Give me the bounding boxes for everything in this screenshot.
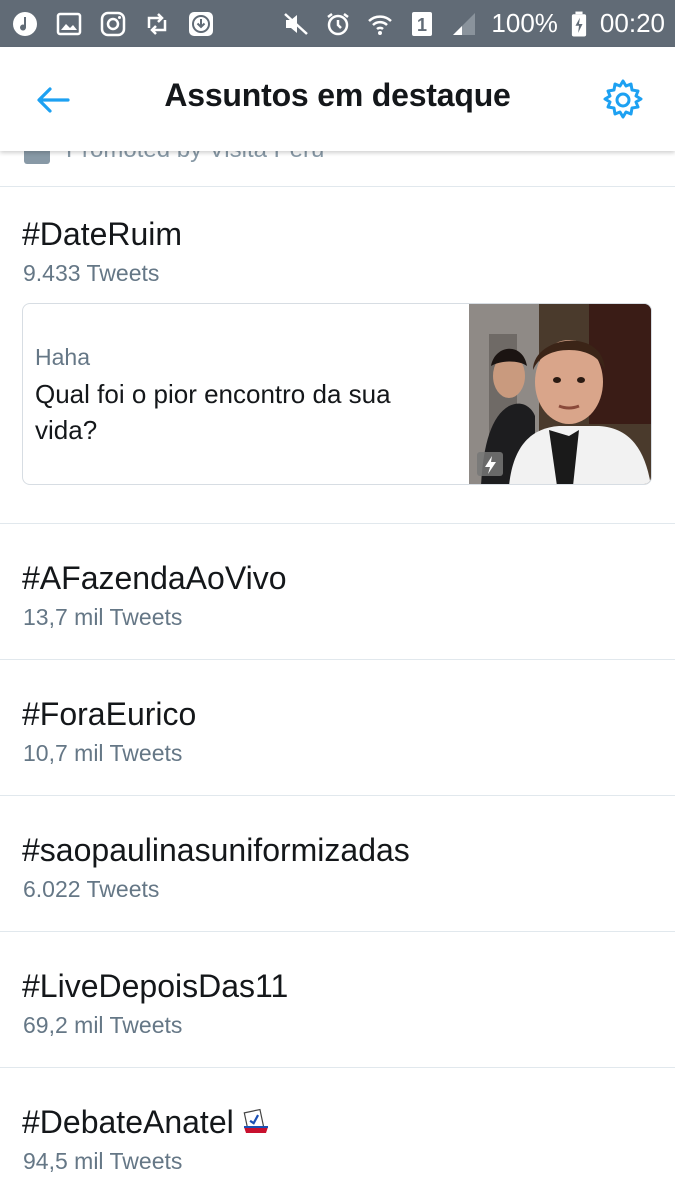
trend-item[interactable]: #LiveDepoisDas11 69,2 mil Tweets <box>0 932 675 1068</box>
retweet-icon <box>142 9 172 39</box>
instagram-icon <box>98 9 128 39</box>
gallery-icon <box>54 9 84 39</box>
gear-icon <box>603 79 643 119</box>
trend-name: #ForaEurico <box>22 696 197 732</box>
trend-name: #saopaulinasuniformizadas <box>22 832 410 868</box>
settings-button[interactable] <box>600 77 646 123</box>
card-description: Qual foi o pior encontro da sua vida? <box>35 379 391 445</box>
sim-icon: 1 <box>407 9 437 39</box>
sim-number: 1 <box>417 15 427 35</box>
status-bar: 1 100% 00:20 <box>0 0 675 47</box>
trend-name: #DebateAnatel <box>22 1104 234 1140</box>
trend-tweet-count: 94,5 mil Tweets <box>23 1148 183 1174</box>
system-status: 1 100% 00:20 <box>281 8 665 39</box>
trend-tweet-count: 6.022 Tweets <box>23 876 160 902</box>
trend-item[interactable]: #saopaulinasuniformizadas 6.022 Tweets <box>0 796 675 932</box>
signal-icon <box>449 9 479 39</box>
battery-charging-icon <box>570 9 588 39</box>
trend-item[interactable]: #DebateAnatel 94,5 mil Tweets <box>0 1068 675 1200</box>
moment-card[interactable]: Haha Qual foi o pior encontro da sua vid… <box>22 303 652 485</box>
trend-name: #AFazendaAoVivo <box>22 560 287 596</box>
card-context: Haha <box>35 344 90 370</box>
mute-icon <box>281 9 311 39</box>
trend-name: #LiveDepoisDas11 <box>22 968 289 1004</box>
ballot-box-emoji-icon <box>243 1108 268 1133</box>
alarm-icon <box>323 9 353 39</box>
trend-name-wrapper: #DebateAnatel <box>22 1104 270 1141</box>
trend-item[interactable]: #ForaEurico 10,7 mil Tweets <box>0 660 675 796</box>
trend-tweet-count: 9.433 Tweets <box>23 260 160 286</box>
clock: 00:20 <box>599 8 665 38</box>
download-icon <box>186 9 216 39</box>
trend-item[interactable]: #AFazendaAoVivo 13,7 mil Tweets <box>0 524 675 660</box>
trend-tweet-count: 69,2 mil Tweets <box>23 1012 183 1038</box>
trend-tweet-count: 10,7 mil Tweets <box>23 740 183 766</box>
app-header: Assuntos em destaque <box>0 47 675 151</box>
trend-item-featured[interactable]: #DateRuim 9.433 Tweets Haha Qual foi o p… <box>0 186 675 524</box>
music-icon <box>10 9 40 39</box>
battery-percent: 100% <box>491 8 558 38</box>
notification-icons <box>10 9 216 39</box>
page-title: Assuntos em destaque <box>164 77 511 113</box>
card-gif-thumbnail <box>469 304 651 484</box>
wifi-icon <box>365 9 395 39</box>
trend-tweet-count: 13,7 mil Tweets <box>23 604 183 630</box>
trend-name: #DateRuim <box>22 216 183 252</box>
